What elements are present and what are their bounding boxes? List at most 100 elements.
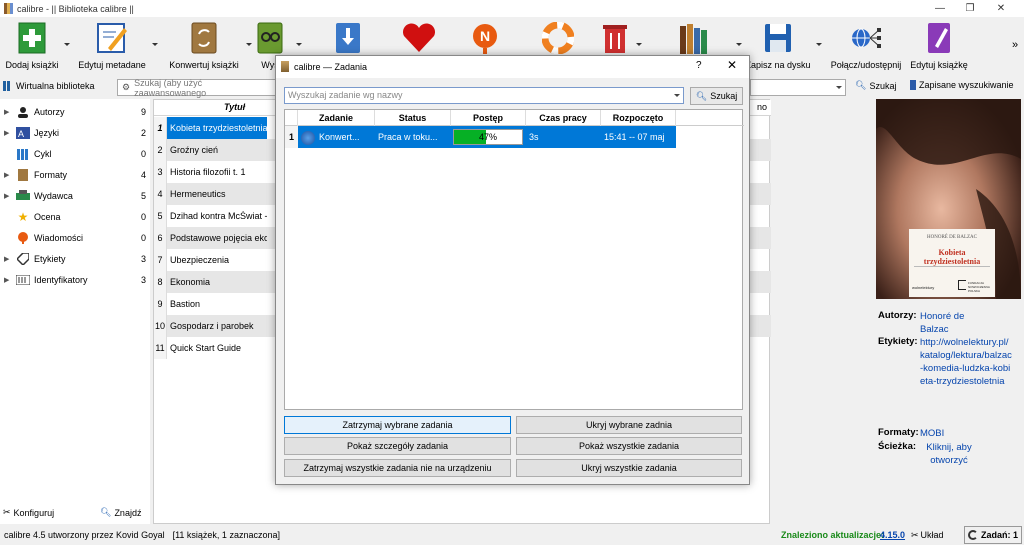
publisher-icon xyxy=(16,189,30,203)
save-dropdown-icon[interactable] xyxy=(816,43,822,46)
tag-category-publisher[interactable]: ▶ Wydawca 5 xyxy=(0,185,150,206)
meta-path-label: Ścieżka: xyxy=(878,441,917,452)
expand-arrow-icon[interactable]: ▶ xyxy=(4,129,12,137)
column-started[interactable]: Rozpoczęto xyxy=(601,110,676,126)
meta-path-link[interactable]: Kliknij, aby otworzyć xyxy=(920,441,978,467)
virtual-library-button[interactable]: Wirtualna biblioteka xyxy=(3,81,95,91)
authors-icon xyxy=(16,105,30,119)
book-title: Dzihad kontra McŚwiat - fr xyxy=(170,211,267,221)
find-button[interactable]: 🔍︎ Znajdź xyxy=(100,507,141,518)
convert-icon xyxy=(187,21,221,55)
column-runtime[interactable]: Czas pracy xyxy=(526,110,601,126)
tag-category-tags[interactable]: ▶ Etykiety 3 xyxy=(0,248,150,269)
magnifier-icon: 🔍︎ xyxy=(855,80,867,90)
search-settings-gear-icon[interactable]: ⚙ xyxy=(122,82,130,93)
jobs-button[interactable]: Zadań: 1 xyxy=(964,526,1022,544)
meta-authors: Autorzy: Honoré de Balzac xyxy=(878,310,1024,336)
book-title: Podstawowe pojęcia ekono xyxy=(170,233,267,243)
expand-arrow-icon[interactable]: ▶ xyxy=(4,171,12,179)
convert-gear-icon xyxy=(301,130,315,145)
tag-category-news[interactable]: Wiadomości 0 xyxy=(0,227,150,248)
save-to-disk-button[interactable]: Zapisz na dysku xyxy=(745,17,811,75)
job-status: Praca w toku... xyxy=(375,126,451,148)
column-job[interactable]: Zadanie xyxy=(298,110,375,126)
job-search-placeholder: Wyszukaj zadanie wg nazwy xyxy=(288,90,403,100)
main-search-input[interactable]: ⚙ Szukaj (aby użyć zaawansowanego xyxy=(117,77,277,98)
window-titlebar: calibre - || Biblioteka calibre || — ❐ ✕ xyxy=(0,0,1024,17)
saved-searches-button[interactable]: Zapisane wyszukiwanie xyxy=(910,80,1014,90)
add-books-button[interactable]: Dodaj książki xyxy=(4,17,60,75)
stop-selected-jobs-button[interactable]: Zatrzymaj wybrane zadania xyxy=(284,416,511,434)
book-title: Ubezpieczenia xyxy=(170,255,230,265)
maximize-button[interactable]: ❐ xyxy=(955,0,985,17)
library-dropdown-icon[interactable] xyxy=(736,43,742,46)
help-button[interactable]: ? xyxy=(696,60,702,71)
chevron-down-icon[interactable] xyxy=(674,94,680,97)
row-number: 2 xyxy=(154,139,167,161)
tag-category-languages[interactable]: ▶ A Języki 2 xyxy=(0,122,150,143)
tag-category-authors[interactable]: ▶ Autorzy 9 xyxy=(0,101,150,122)
tag-count: 3 xyxy=(140,253,146,264)
cover-logo-icon xyxy=(958,280,966,290)
job-row[interactable]: 1 Konwert... Praca w toku... 47% 3s 15:4… xyxy=(285,126,744,148)
close-icon[interactable]: ✕ xyxy=(727,58,737,72)
meta-formats-link[interactable]: MOBI xyxy=(920,427,1015,440)
search-button[interactable]: 🔍︎ Szukaj xyxy=(855,80,896,91)
meta-tags-link[interactable]: http://wolnelektury.pl/katalog/lektura/b… xyxy=(920,336,1012,388)
update-version-link[interactable]: 4.15.0 xyxy=(880,530,905,540)
tag-category-identifiers[interactable]: ▶ Identyfikatory 3 xyxy=(0,269,150,290)
view-icon xyxy=(253,21,287,55)
row-number: 8 xyxy=(154,271,167,293)
configure-button[interactable]: ✂ Konfiguruj xyxy=(3,507,54,518)
hide-selected-jobs-button[interactable]: Ukryj wybrane zadnia xyxy=(516,416,742,434)
expand-arrow-icon[interactable]: ▶ xyxy=(4,108,12,116)
job-name: Konwert... xyxy=(319,132,360,142)
hide-all-jobs-button[interactable]: Ukryj wszystkie zadania xyxy=(516,459,742,477)
search-history-dropdown[interactable] xyxy=(750,79,846,96)
edit-metadata-button[interactable]: Edytuj metadane xyxy=(74,17,150,75)
column-header-title[interactable]: Tytuł xyxy=(224,102,245,112)
add-books-dropdown-icon[interactable] xyxy=(64,43,70,46)
tag-label: Cykl xyxy=(34,148,52,159)
expand-arrow-icon[interactable]: ▶ xyxy=(4,276,12,284)
chevron-down-icon xyxy=(836,86,842,89)
tag-category-series[interactable]: Cykl 0 xyxy=(0,143,150,164)
book-cover[interactable]: HONORÉ DE BALZAC Kobieta trzydziestoletn… xyxy=(876,99,1021,299)
languages-icon: A xyxy=(16,126,30,140)
edit-metadata-icon xyxy=(95,21,129,55)
tag-category-rating[interactable]: ★ Ocena 0 xyxy=(0,206,150,227)
connect-share-button[interactable]: Połącz/udostępnij xyxy=(828,17,904,75)
column-header-fragment[interactable]: no xyxy=(757,102,767,112)
column-status[interactable]: Status xyxy=(375,110,451,126)
view-dropdown-icon[interactable] xyxy=(296,43,302,46)
meta-authors-link[interactable]: Honoré de Balzac xyxy=(920,310,980,336)
main-search-placeholder: Szukaj (aby użyć zaawansowanego xyxy=(134,77,207,98)
minimize-button[interactable]: — xyxy=(925,0,955,17)
job-search-button[interactable]: 🔍︎ Szukaj xyxy=(690,87,743,105)
hourglass-icon xyxy=(281,61,289,72)
stop-all-non-device-jobs-button[interactable]: Zatrzymaj wszystkie zadania nie na urząd… xyxy=(284,459,511,477)
close-window-button[interactable]: ✕ xyxy=(986,0,1016,17)
cover-publisher-left: wolnelektury xyxy=(912,285,935,290)
job-search-input[interactable]: Wyszukaj zadanie wg nazwy xyxy=(284,87,684,104)
svg-text:A: A xyxy=(18,129,24,139)
book-title: Bastion xyxy=(170,299,201,309)
tag-category-formats[interactable]: ▶ Formaty 4 xyxy=(0,164,150,185)
edit-book-button[interactable]: Edytuj książkę xyxy=(908,17,970,75)
job-started: 15:41 -- 07 maj xyxy=(601,126,676,148)
book-title: Historia filozofii t. 1 xyxy=(170,167,246,177)
expand-arrow-icon[interactable]: ▶ xyxy=(4,255,12,263)
expand-arrow-icon[interactable]: ▶ xyxy=(4,192,12,200)
convert-books-button[interactable]: Konwertuj książki xyxy=(166,17,242,75)
column-progress[interactable]: Postęp xyxy=(451,110,526,126)
layout-button[interactable]: ✂ Układ xyxy=(911,530,944,541)
convert-dropdown-icon[interactable] xyxy=(246,43,252,46)
edit-metadata-dropdown-icon[interactable] xyxy=(152,43,158,46)
remove-dropdown-icon[interactable] xyxy=(636,43,642,46)
window-title: calibre - || Biblioteka calibre || xyxy=(17,3,134,14)
show-all-jobs-button[interactable]: Pokaż wszystkie zadania xyxy=(516,437,742,455)
saved-searches-label: Zapisane wyszukiwanie xyxy=(919,80,1014,90)
svg-text:N: N xyxy=(480,28,490,44)
show-job-details-button[interactable]: Pokaż szczegóły zadania xyxy=(284,437,511,455)
toolbar-overflow-button[interactable]: » xyxy=(1012,39,1018,51)
